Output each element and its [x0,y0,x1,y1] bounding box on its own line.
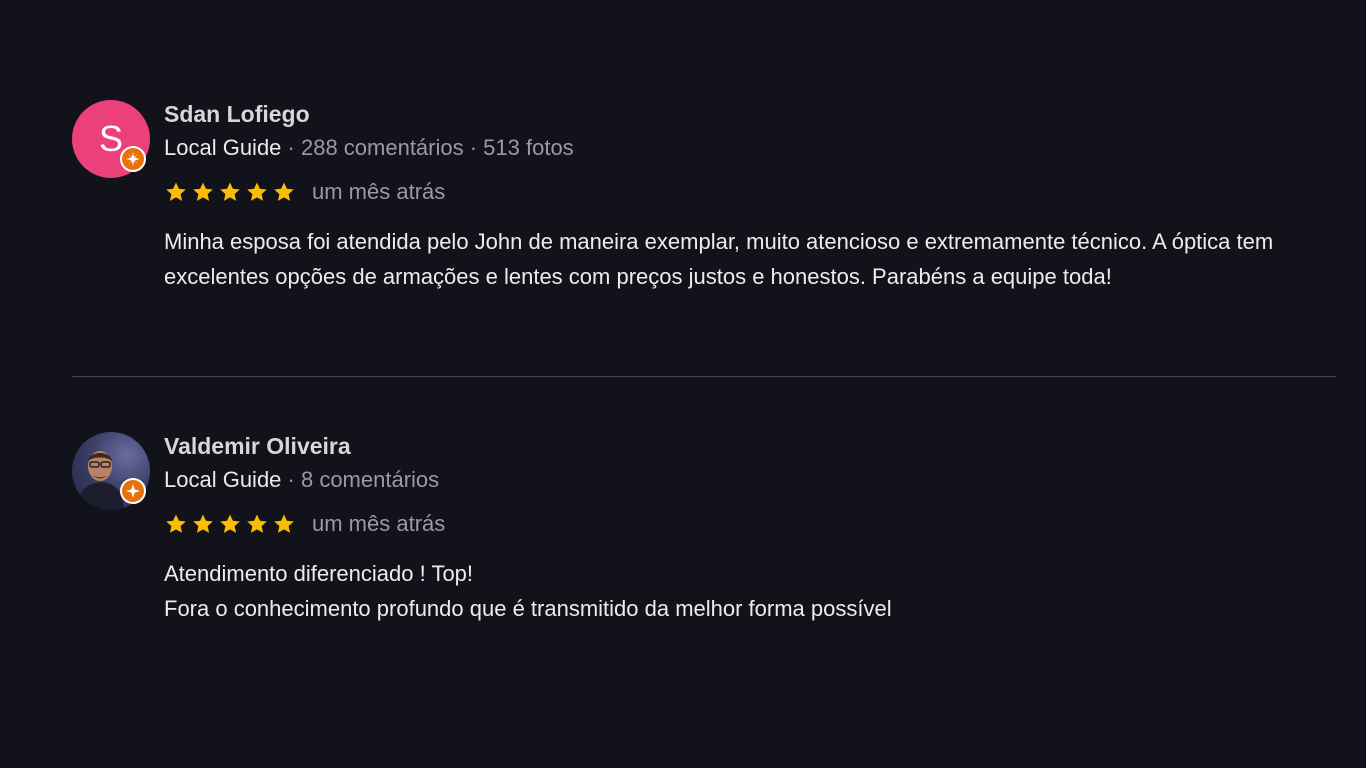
review-divider [72,376,1336,377]
reviewer-name[interactable]: Valdemir Oliveira [164,432,1336,460]
review-date: um mês atrás [312,511,446,536]
star-icon [193,182,213,201]
star-icon [274,514,294,533]
review-content: Valdemir Oliveira Local Guide · 8 coment… [164,432,1336,626]
local-guide-badge-icon [120,146,146,172]
star-rating [164,180,296,204]
star-icon [193,514,213,533]
reviewer-avatar-wrap[interactable]: S [72,100,150,178]
star-icon [166,514,186,533]
star-icon [274,182,294,201]
reviewer-name[interactable]: Sdan Lofiego [164,100,1336,128]
local-guide-label: Local Guide [164,467,282,492]
review-text-line: Fora o conhecimento profundo que é trans… [164,596,892,621]
reviewer-stats: · 8 comentários [281,467,440,492]
review-content: Sdan Lofiego Local Guide · 288 comentári… [164,100,1336,294]
rating-row: um mês atrás [164,510,1336,538]
rating-row: um mês atrás [164,178,1336,206]
reviewer-meta: Local Guide · 8 comentários [164,466,1336,494]
review-date: um mês atrás [312,179,446,204]
star-icon [247,182,267,201]
review-text: Minha esposa foi atendida pelo John de m… [164,224,1334,294]
star-icon [220,182,240,201]
star-icon [247,514,267,533]
local-guide-label: Local Guide [164,135,282,160]
reviewer-stats: · 288 comentários · 513 fotos [281,135,574,160]
star-icon [166,182,186,201]
local-guide-badge-icon [120,478,146,504]
reviewer-meta: Local Guide · 288 comentários · 513 foto… [164,134,1336,162]
review-text-line: Minha esposa foi atendida pelo John de m… [164,229,1274,289]
review-text: Atendimento diferenciado ! Top! Fora o c… [164,556,1334,626]
star-icon [220,514,240,533]
star-rating [164,512,296,536]
reviewer-avatar-wrap[interactable] [72,432,150,510]
reviews-page: S Sdan Lofiego Local Guide · 288 comentá… [0,0,1366,768]
review-text-line: Atendimento diferenciado ! Top! [164,561,474,586]
